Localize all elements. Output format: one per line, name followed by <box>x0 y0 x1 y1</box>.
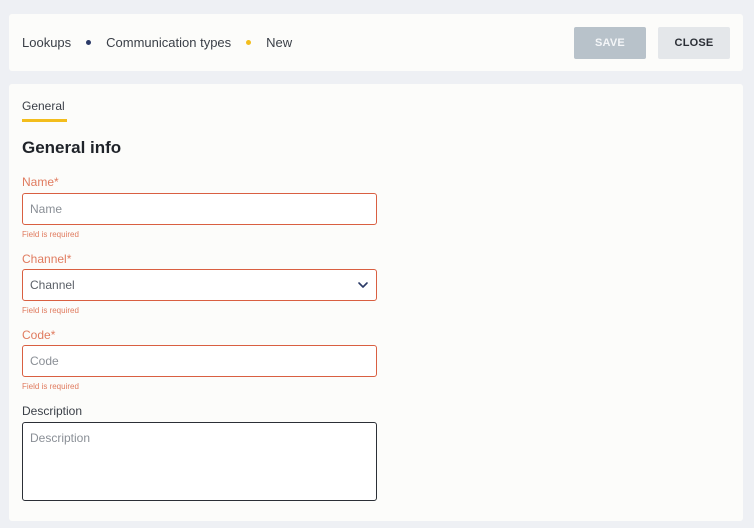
form-panel: General General info Name* Field is requ… <box>9 84 743 521</box>
save-button[interactable]: SAVE <box>574 26 646 59</box>
description-textarea[interactable] <box>22 422 377 501</box>
close-button[interactable]: CLOSE <box>658 26 730 59</box>
channel-select[interactable]: Channel <box>22 269 377 301</box>
name-label: Name* <box>22 175 59 189</box>
breadcrumb-item-communication-types[interactable]: Communication types <box>106 35 231 50</box>
toolbar-actions: SAVE CLOSE <box>574 26 730 59</box>
breadcrumb-item-lookups[interactable]: Lookups <box>22 35 71 50</box>
top-bar: Lookups Communication types New SAVE CLO… <box>9 14 743 71</box>
breadcrumb-separator-dot <box>246 40 252 45</box>
code-error: Field is required <box>22 382 79 391</box>
chevron-down-icon <box>358 282 368 288</box>
name-error: Field is required <box>22 230 79 239</box>
tab-general[interactable]: General <box>22 99 65 119</box>
breadcrumb-separator-dot <box>86 40 92 45</box>
active-tab-indicator <box>22 119 67 122</box>
section-title: General info <box>22 138 122 157</box>
description-label: Description <box>22 404 83 418</box>
breadcrumb: Lookups Communication types New <box>22 35 292 50</box>
code-label: Code* <box>22 328 56 342</box>
channel-selected-value: Channel <box>30 278 75 292</box>
breadcrumb-item-current: New <box>266 35 293 50</box>
channel-label: Channel* <box>22 252 72 266</box>
name-input[interactable] <box>22 193 377 225</box>
code-input[interactable] <box>22 345 377 377</box>
channel-error: Field is required <box>22 306 79 315</box>
